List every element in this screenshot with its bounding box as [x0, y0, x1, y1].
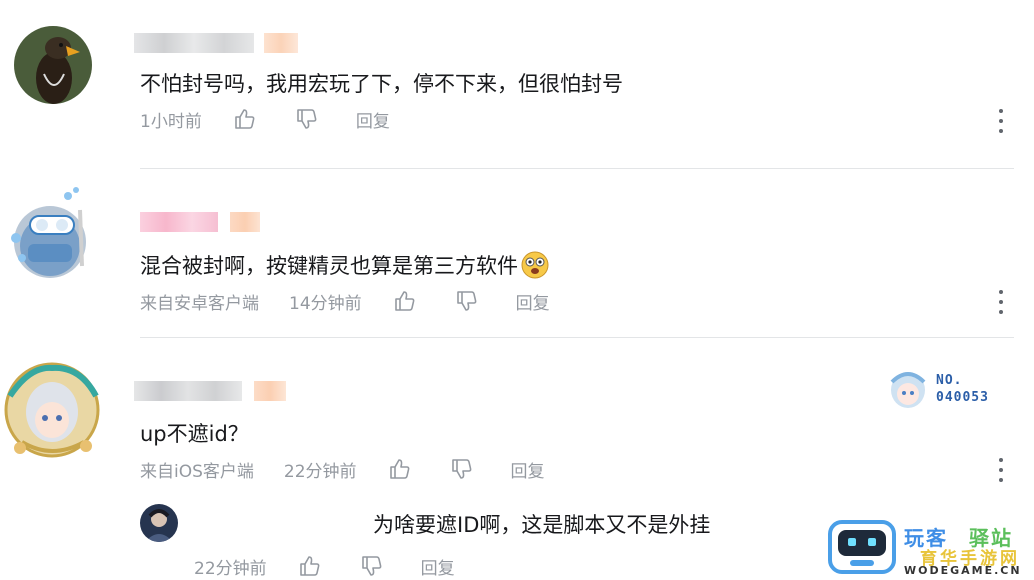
reply-button[interactable]: 回复 [356, 107, 390, 132]
comment-text-content: 混合被封啊，按键精灵也算是第三方软件 [140, 254, 518, 278]
fan-number-badge[interactable]: NO. 040053 [888, 366, 1008, 410]
eagle-avatar-icon [14, 26, 92, 104]
like-icon[interactable] [387, 456, 413, 482]
comment-meta: 来自安卓客户端 14分钟前 回复 [140, 288, 550, 314]
badge-character-icon [890, 372, 926, 408]
user-avatar[interactable] [14, 26, 92, 104]
badge-number: 040053 [936, 390, 989, 405]
site-watermark: 玩客 驿站 育华手游网 WODEGAME.CN [824, 518, 1034, 580]
comment-source: 来自iOS客户端 [140, 461, 254, 482]
reply-button[interactable]: 回复 [511, 457, 545, 482]
comment-time: 14分钟前 [289, 293, 362, 314]
reply-text: 为啥要遮ID啊，这是脚本又不是外挂 [373, 513, 711, 537]
username-blurred[interactable] [134, 381, 286, 401]
watermark-url: WODEGAME.CN [904, 564, 1022, 577]
dislike-icon[interactable] [454, 288, 480, 314]
user-avatar-icon [140, 504, 178, 542]
dislike-icon[interactable] [359, 553, 385, 579]
divider [140, 337, 1014, 338]
more-options-icon[interactable] [998, 458, 1004, 482]
reply-user-avatar[interactable] [140, 504, 178, 542]
username-blurred[interactable] [134, 33, 298, 53]
comment-source: 来自安卓客户端 [140, 293, 259, 314]
dislike-icon[interactable] [449, 456, 475, 482]
like-icon[interactable] [392, 288, 418, 314]
like-icon[interactable] [232, 106, 258, 132]
badge-label: NO. [936, 373, 963, 388]
reply-button[interactable]: 回复 [516, 289, 550, 314]
like-icon[interactable] [297, 553, 323, 579]
comment-text: 混合被封啊，按键精灵也算是第三方软件 [140, 250, 550, 280]
dislike-icon[interactable] [294, 106, 320, 132]
reply-button[interactable]: 回复 [421, 554, 455, 579]
anime-girl-avatar-icon [4, 362, 100, 458]
divider [140, 168, 1014, 169]
level-badge [230, 212, 260, 232]
scared-face-emoji-icon [521, 251, 549, 279]
comment-meta: 1小时前 回复 [140, 106, 390, 132]
robot-logo-icon [828, 520, 896, 574]
level-badge [254, 381, 286, 401]
reply-meta: 22分钟前 回复 [194, 553, 455, 579]
comment-time: 1小时前 [140, 111, 202, 132]
username-blurred[interactable] [140, 212, 260, 232]
user-avatar[interactable] [8, 186, 98, 284]
comment-meta: 来自iOS客户端 22分钟前 回复 [140, 456, 545, 482]
level-badge [264, 33, 298, 53]
comment-text: 不怕封号吗，我用宏玩了下，停不下来，但很怕封号 [140, 72, 623, 96]
comment-text: up不遮id？ [140, 422, 249, 446]
diver-avatar-icon [11, 187, 86, 278]
more-options-icon[interactable] [998, 109, 1004, 133]
reply-time: 22分钟前 [194, 558, 267, 579]
more-options-icon[interactable] [998, 290, 1004, 314]
comment-time: 22分钟前 [283, 461, 357, 482]
user-avatar[interactable] [0, 356, 106, 464]
